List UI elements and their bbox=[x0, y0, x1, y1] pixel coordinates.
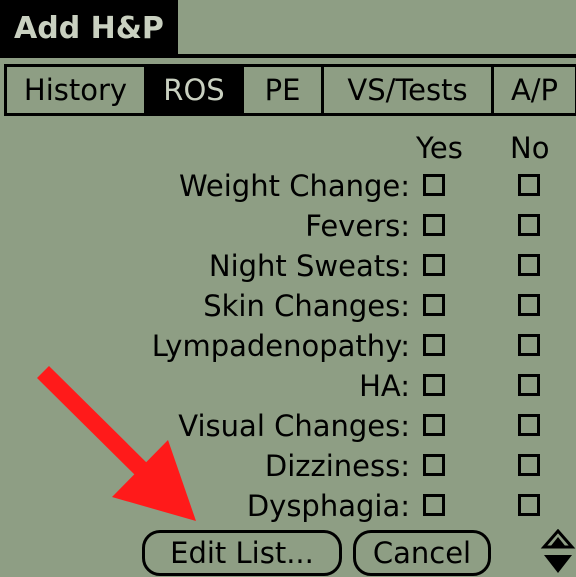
ros-item-label: Dysphagia: bbox=[246, 489, 410, 523]
no-checkbox[interactable] bbox=[518, 214, 540, 236]
yes-checkbox[interactable] bbox=[423, 374, 445, 396]
ros-item-label: Lympadenopathy: bbox=[151, 329, 410, 363]
window-title: Add H&P bbox=[0, 0, 178, 58]
no-checkbox[interactable] bbox=[518, 254, 540, 276]
edit-list-button[interactable]: Edit List... bbox=[142, 530, 342, 576]
ros-item-label: Fevers: bbox=[305, 209, 410, 243]
no-checkbox[interactable] bbox=[518, 334, 540, 356]
ros-row: Night Sweats: bbox=[0, 246, 576, 286]
yes-checkbox[interactable] bbox=[423, 334, 445, 356]
tab-vs-tests[interactable]: VS/Tests bbox=[324, 67, 494, 113]
tab-pe[interactable]: PE bbox=[244, 67, 324, 113]
ros-row: Fevers: bbox=[0, 206, 576, 246]
ros-item-label: Visual Changes: bbox=[178, 409, 410, 443]
no-checkbox[interactable] bbox=[518, 414, 540, 436]
ros-row: HA: bbox=[0, 366, 576, 406]
tab-a-p[interactable]: A/P bbox=[494, 67, 575, 113]
tab-ros[interactable]: ROS bbox=[147, 67, 244, 113]
title-divider bbox=[0, 54, 576, 58]
no-checkbox[interactable] bbox=[518, 174, 540, 196]
tab-bar: History ROS PE VS/Tests A/P bbox=[4, 64, 576, 116]
ros-row: Weight Change: bbox=[0, 166, 576, 206]
yes-checkbox[interactable] bbox=[423, 254, 445, 276]
yes-checkbox[interactable] bbox=[423, 414, 445, 436]
ros-row: Dysphagia: bbox=[0, 486, 576, 526]
scroll-up-down-icon[interactable] bbox=[540, 529, 576, 577]
ros-row: Lympadenopathy: bbox=[0, 326, 576, 366]
ros-row: Skin Changes: bbox=[0, 286, 576, 326]
ros-item-label: Night Sweats: bbox=[208, 249, 410, 283]
ros-row: Visual Changes: bbox=[0, 406, 576, 446]
ros-item-label: Dizziness: bbox=[264, 449, 410, 483]
ros-item-label: HA: bbox=[359, 369, 410, 403]
ros-row: Dizziness: bbox=[0, 446, 576, 486]
yes-checkbox[interactable] bbox=[423, 174, 445, 196]
no-checkbox[interactable] bbox=[518, 454, 540, 476]
yes-checkbox[interactable] bbox=[423, 494, 445, 516]
yes-checkbox[interactable] bbox=[423, 454, 445, 476]
ros-item-label: Weight Change: bbox=[178, 169, 410, 203]
cancel-button[interactable]: Cancel bbox=[353, 530, 491, 576]
yes-checkbox[interactable] bbox=[423, 294, 445, 316]
ros-item-label: Skin Changes: bbox=[203, 289, 410, 323]
column-header-yes: Yes bbox=[416, 131, 463, 165]
yes-checkbox[interactable] bbox=[423, 214, 445, 236]
no-checkbox[interactable] bbox=[518, 294, 540, 316]
tab-history[interactable]: History bbox=[7, 67, 147, 113]
column-header-no: No bbox=[510, 131, 550, 165]
no-checkbox[interactable] bbox=[518, 374, 540, 396]
no-checkbox[interactable] bbox=[518, 494, 540, 516]
